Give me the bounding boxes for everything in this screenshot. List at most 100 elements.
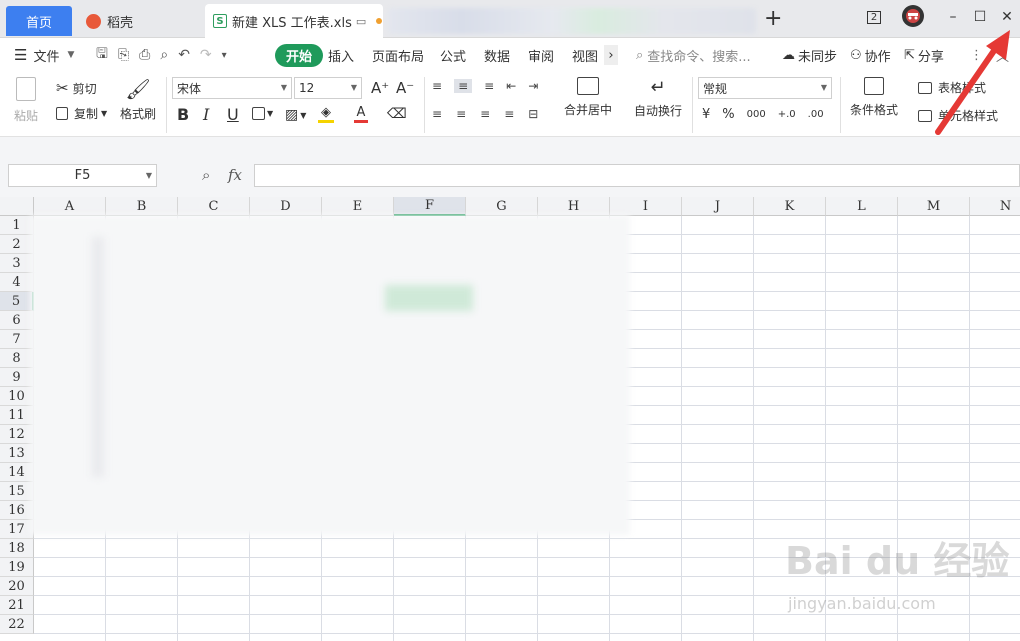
column-header-k[interactable]: K [754, 197, 826, 216]
column-header-c[interactable]: C [178, 197, 250, 216]
paste-button[interactable]: 粘贴 [14, 77, 38, 124]
column-header-e[interactable]: E [322, 197, 394, 216]
more-icon[interactable]: ▾ [222, 50, 227, 61]
tab-page-layout[interactable]: 页面布局 [372, 39, 424, 71]
tab-insert[interactable]: 插入 [328, 39, 354, 71]
more-tabs-icon[interactable]: › [604, 45, 618, 65]
column-header-j[interactable]: J [682, 197, 754, 216]
bold-button[interactable]: B [177, 105, 189, 124]
print-icon[interactable]: ⎙ [139, 47, 150, 63]
border-button[interactable]: ▼ [252, 107, 273, 120]
row-header-22[interactable]: 22 [0, 615, 34, 634]
avatar[interactable] [902, 5, 924, 27]
column-header-m[interactable]: M [898, 197, 970, 216]
font-size-select[interactable]: 12 ▼ [294, 77, 362, 99]
increase-decimal-button[interactable]: +.0 [778, 109, 796, 120]
tab-formula[interactable]: 公式 [440, 39, 466, 71]
tab-data[interactable]: 数据 [484, 39, 510, 71]
row-header-7[interactable]: 7 [0, 330, 34, 349]
row-header-1[interactable]: 1 [0, 216, 34, 235]
tab-start[interactable]: 开始 [275, 39, 324, 71]
font-color-button[interactable]: A [354, 105, 368, 123]
row-header-18[interactable]: 18 [0, 539, 34, 558]
increase-font-icon[interactable]: A⁺ [371, 79, 389, 97]
name-box[interactable]: F5 ▼ [8, 164, 157, 187]
number-format-select[interactable]: 常规 ▼ [698, 77, 832, 99]
wrap-text-button[interactable]: ↵ 自动换行 [634, 77, 682, 119]
column-header-n[interactable]: N [970, 197, 1020, 216]
formula-input[interactable] [254, 164, 1020, 187]
column-header-g[interactable]: G [466, 197, 538, 216]
row-header-21[interactable]: 21 [0, 596, 34, 615]
conditional-format-button[interactable]: 条件格式 [850, 77, 898, 118]
row-header-5[interactable]: 5 [0, 292, 34, 311]
row-header-20[interactable]: 20 [0, 577, 34, 596]
column-header-b[interactable]: B [106, 197, 178, 216]
percent-button[interactable]: % [722, 107, 734, 122]
file-menu[interactable]: ☰ 文件 ▼ [14, 39, 74, 71]
align-top-icon[interactable]: ≡ [432, 79, 442, 93]
row-header-10[interactable]: 10 [0, 387, 34, 406]
italic-button[interactable]: I [203, 105, 209, 124]
fx-button[interactable]: fx [228, 166, 242, 184]
row-header-8[interactable]: 8 [0, 349, 34, 368]
tab-review[interactable]: 审阅 [528, 39, 554, 71]
eraser-icon[interactable]: ⌫ [387, 106, 407, 122]
row-header-17[interactable]: 17 [0, 520, 34, 539]
row-header-9[interactable]: 9 [0, 368, 34, 387]
sync-button[interactable]: ☁ 未同步 [782, 39, 837, 71]
row-header-6[interactable]: 6 [0, 311, 34, 330]
column-header-i[interactable]: I [610, 197, 682, 216]
column-header-f[interactable]: F [394, 197, 466, 216]
tab-view[interactable]: 视图 [572, 39, 598, 71]
column-header-h[interactable]: H [538, 197, 610, 216]
undo-icon[interactable]: ↶ [178, 47, 190, 63]
zoom-icon[interactable]: ⌕ [202, 166, 210, 184]
minimize-button[interactable]: – [943, 6, 963, 28]
indent-decrease-icon[interactable]: ⇤ [506, 79, 516, 93]
merge-center-button[interactable]: 合并居中 [564, 77, 612, 118]
align-bottom-icon[interactable]: ≡ [484, 79, 494, 93]
tab-home[interactable]: 首页 [6, 6, 72, 36]
distribute-icon[interactable]: ⊟ [528, 107, 538, 121]
row-header-4[interactable]: 4 [0, 273, 34, 292]
column-header-l[interactable]: L [826, 197, 898, 216]
maximize-button[interactable]: ☐ [970, 6, 990, 28]
row-header-2[interactable]: 2 [0, 235, 34, 254]
fill-pattern-button[interactable]: ▨ ▼ [285, 107, 306, 123]
export-icon[interactable]: ⎘ [118, 47, 129, 63]
align-middle-icon[interactable]: ≡ [454, 79, 473, 93]
thousands-button[interactable]: 000 [747, 109, 766, 120]
cut-button[interactable]: ✂ 剪切 [56, 79, 97, 97]
copy-button[interactable]: 复制 ▼ [56, 105, 107, 122]
decrease-font-icon[interactable]: A⁻ [396, 79, 414, 97]
tab-document[interactable]: S 新建 XLS 工作表.xls ▭ [205, 4, 383, 38]
font-name-select[interactable]: 宋体 ▼ [172, 77, 292, 99]
select-all-corner[interactable] [0, 197, 34, 216]
underline-button[interactable]: U [227, 105, 239, 124]
indent-increase-icon[interactable]: ⇥ [528, 79, 538, 93]
row-header-13[interactable]: 13 [0, 444, 34, 463]
tab-daoke[interactable]: 稻壳 [78, 6, 200, 36]
currency-button[interactable]: ¥ [702, 107, 710, 122]
decrease-decimal-button[interactable]: .00 [808, 109, 824, 120]
align-left-icon[interactable]: ≡ [432, 107, 442, 121]
format-painter-button[interactable]: 🖌 格式刷 [120, 77, 156, 122]
window-count-icon[interactable]: 2 [862, 6, 886, 28]
fill-color-button[interactable]: ◈ [318, 105, 334, 123]
collab-button[interactable]: ⚇ 协作 [850, 39, 891, 71]
row-header-15[interactable]: 15 [0, 482, 34, 501]
row-header-14[interactable]: 14 [0, 463, 34, 482]
row-header-12[interactable]: 12 [0, 425, 34, 444]
align-right-icon[interactable]: ≡ [480, 107, 490, 121]
column-header-a[interactable]: A [34, 197, 106, 216]
row-header-16[interactable]: 16 [0, 501, 34, 520]
row-header-11[interactable]: 11 [0, 406, 34, 425]
justify-icon[interactable]: ≡ [504, 107, 514, 121]
save-icon[interactable]: 🖫 [96, 43, 108, 67]
redo-icon[interactable]: ↷ [200, 47, 212, 63]
row-header-3[interactable]: 3 [0, 254, 34, 273]
close-button[interactable]: ✕ [997, 6, 1017, 28]
preview-icon[interactable]: ⌕ [160, 47, 168, 63]
new-tab-button[interactable]: + [764, 6, 782, 31]
